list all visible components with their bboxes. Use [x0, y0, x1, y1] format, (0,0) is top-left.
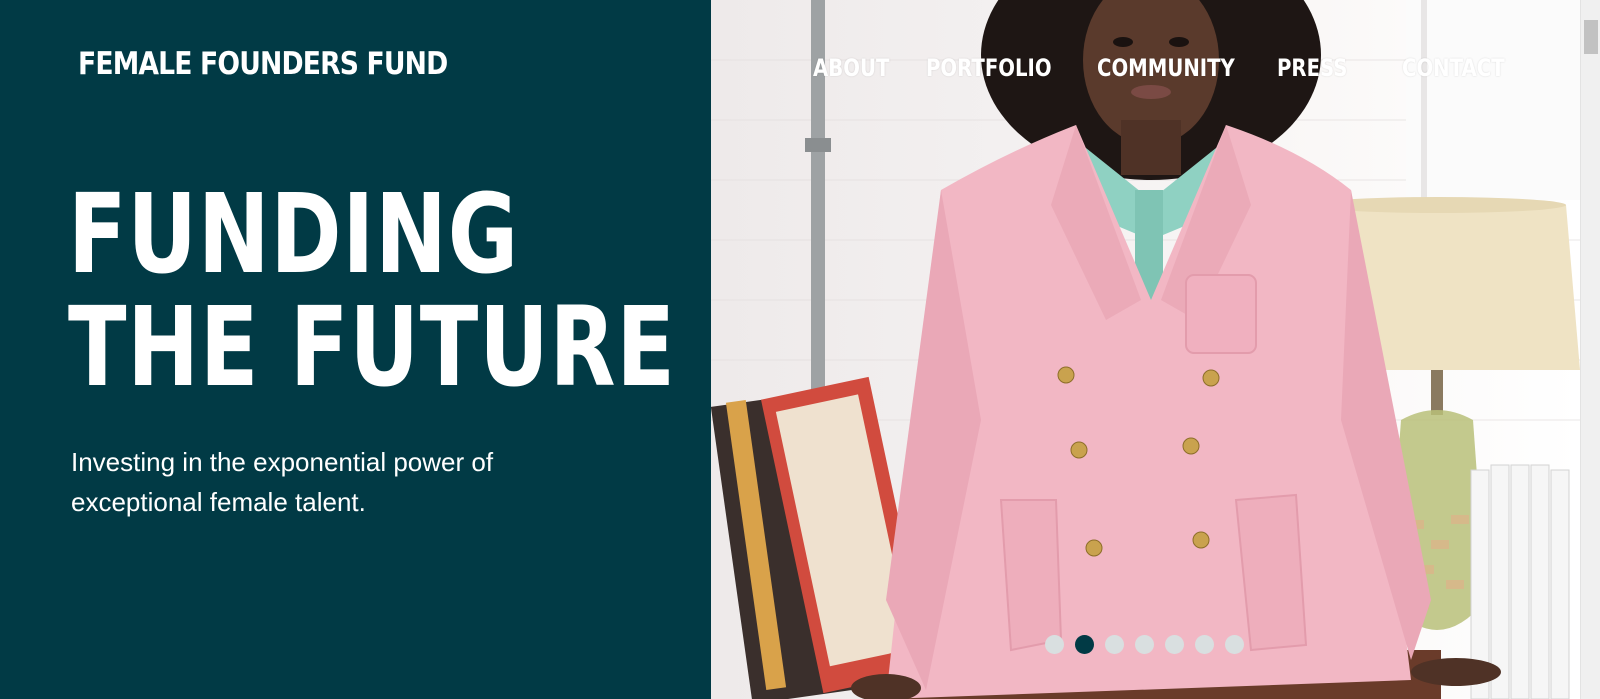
nav-press[interactable]: PRESS — [1277, 54, 1380, 82]
nav-about[interactable]: ABOUT — [813, 54, 906, 82]
hero-photo-illustration — [711, 0, 1580, 699]
hero-image — [711, 0, 1580, 699]
carousel-dot-1[interactable] — [1045, 635, 1064, 654]
carousel-dot-4[interactable] — [1135, 635, 1154, 654]
scrollbar-thumb[interactable] — [1584, 20, 1598, 54]
page-scrollbar[interactable] — [1580, 0, 1600, 699]
hero-headline: FUNDING THE FUTURE — [68, 178, 676, 404]
main-nav: ABOUT PORTFOLIO COMMUNITY PRESS CONTACT — [813, 54, 1522, 82]
carousel-dot-2[interactable] — [1075, 635, 1094, 654]
site-logo[interactable]: FEMALE FOUNDERS FUND — [78, 46, 448, 82]
nav-contact[interactable]: CONTACT — [1402, 54, 1505, 82]
carousel-dots — [1045, 635, 1244, 654]
hero-headline-line1: FUNDING — [68, 170, 519, 298]
nav-portfolio[interactable]: PORTFOLIO — [926, 54, 1066, 82]
nav-community[interactable]: COMMUNITY — [1097, 54, 1245, 82]
carousel-dot-5[interactable] — [1165, 635, 1184, 654]
carousel-dot-7[interactable] — [1225, 635, 1244, 654]
carousel-dot-3[interactable] — [1105, 635, 1124, 654]
hero-subtitle: Investing in the exponential power of ex… — [71, 447, 494, 517]
hero-left-panel: FEMALE FOUNDERS FUND FUNDING THE FUTURE … — [0, 0, 711, 699]
carousel-dot-6[interactable] — [1195, 635, 1214, 654]
hero-headline-line2: THE FUTURE — [68, 283, 676, 411]
